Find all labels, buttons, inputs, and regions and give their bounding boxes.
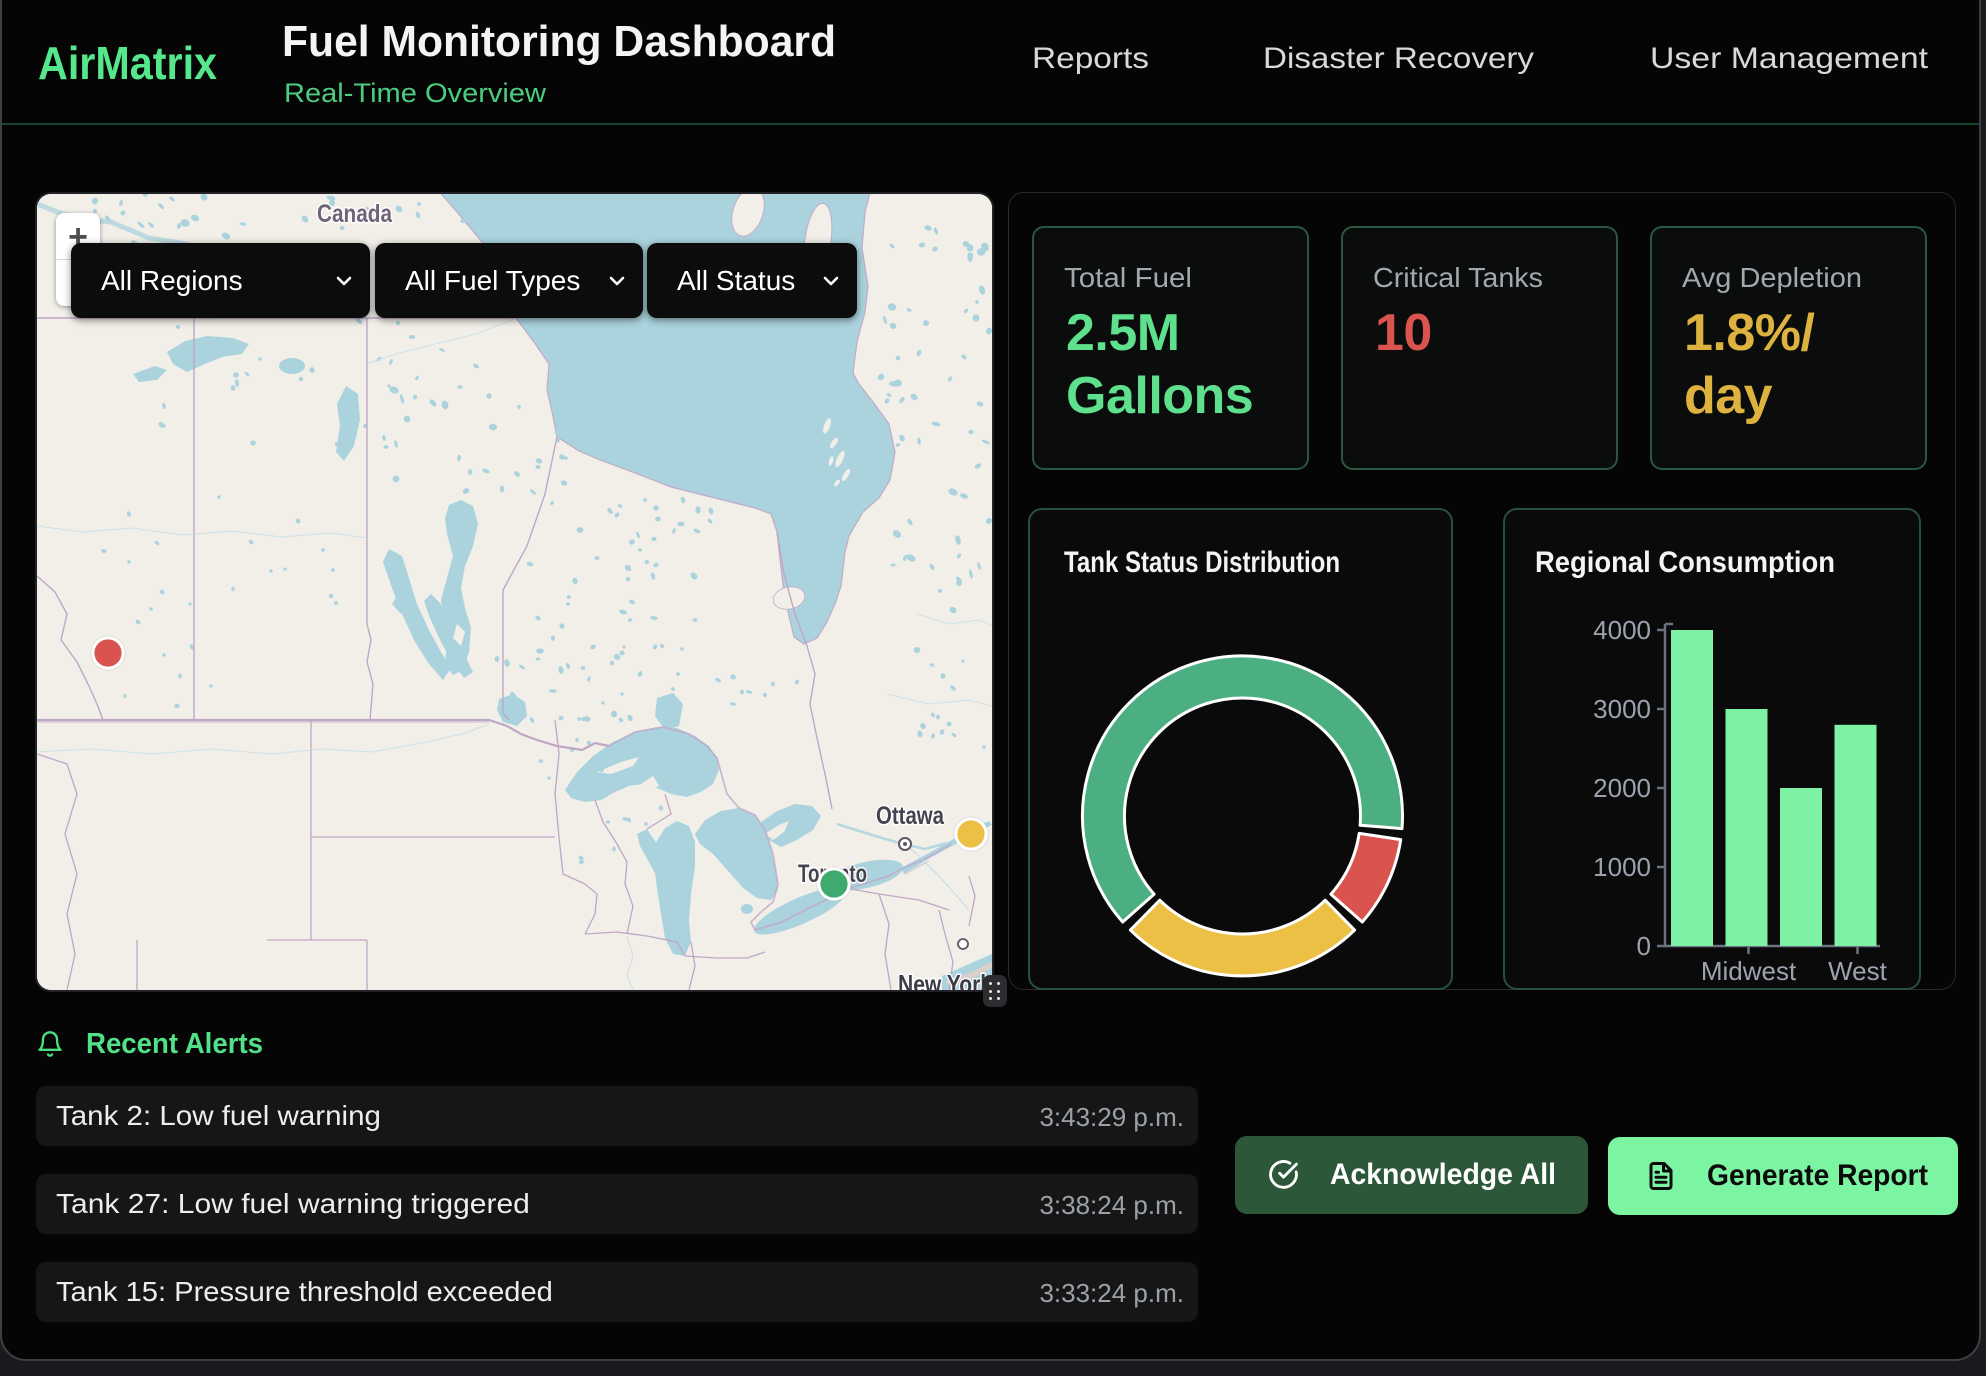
svg-text:2000: 2000 bbox=[1593, 773, 1651, 803]
svg-text:West: West bbox=[1828, 956, 1888, 986]
svg-text:Midwest: Midwest bbox=[1701, 956, 1797, 986]
svg-text:New York: New York bbox=[898, 969, 992, 990]
svg-text:0: 0 bbox=[1637, 931, 1651, 961]
svg-text:Ottawa: Ottawa bbox=[876, 802, 945, 830]
svg-text:3000: 3000 bbox=[1593, 694, 1651, 724]
svg-text:1000: 1000 bbox=[1593, 852, 1651, 882]
svg-text:Canada: Canada bbox=[317, 200, 393, 228]
svg-text:4000: 4000 bbox=[1593, 615, 1651, 645]
